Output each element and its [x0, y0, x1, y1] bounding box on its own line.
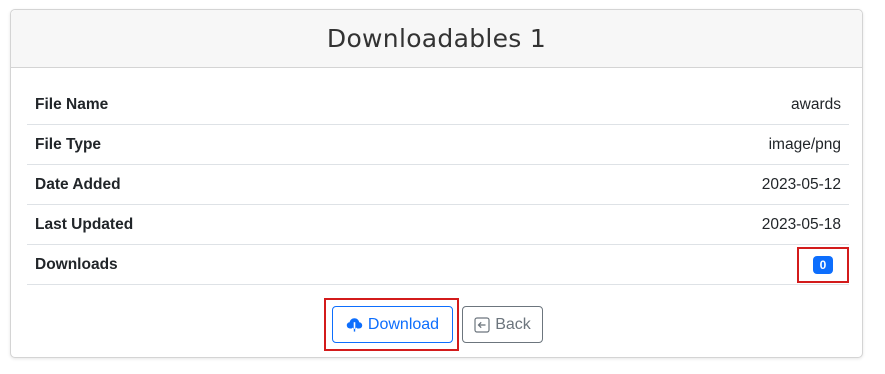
download-button-label: Download: [367, 315, 440, 333]
card-header: Downloadables 1: [11, 10, 862, 68]
box-arrow-left-icon: [474, 316, 490, 333]
table-row-date-added: Date Added 2023-05-12: [27, 165, 849, 205]
row-label: Last Updated: [35, 215, 134, 233]
row-label: File Name: [35, 95, 109, 113]
back-button[interactable]: Back: [462, 306, 543, 343]
row-value: image/png: [768, 135, 841, 153]
cloud-download-icon: [346, 317, 363, 332]
downloads-count-highlight: 0: [797, 246, 849, 283]
row-label: File Type: [35, 135, 102, 153]
downloadable-card: Downloadables 1 File Name awards File Ty…: [10, 9, 863, 358]
details-table: File Name awards File Type image/png Dat…: [27, 85, 849, 285]
row-label: Date Added: [35, 175, 121, 193]
downloads-count-badge: 0: [812, 255, 834, 274]
row-value: awards: [791, 95, 841, 113]
row-value: 2023-05-18: [761, 215, 841, 233]
row-value: 2023-05-12: [761, 175, 841, 193]
back-button-label: Back: [495, 315, 531, 333]
table-row-downloads: Downloads 0: [27, 245, 849, 285]
row-label: Downloads: [35, 255, 118, 273]
page-title: Downloadables 1: [326, 24, 547, 53]
table-row-file-type: File Type image/png: [27, 125, 849, 165]
table-row-last-updated: Last Updated 2023-05-18: [27, 205, 849, 245]
table-row-file-name: File Name awards: [27, 85, 849, 125]
download-button[interactable]: Download: [332, 306, 453, 343]
